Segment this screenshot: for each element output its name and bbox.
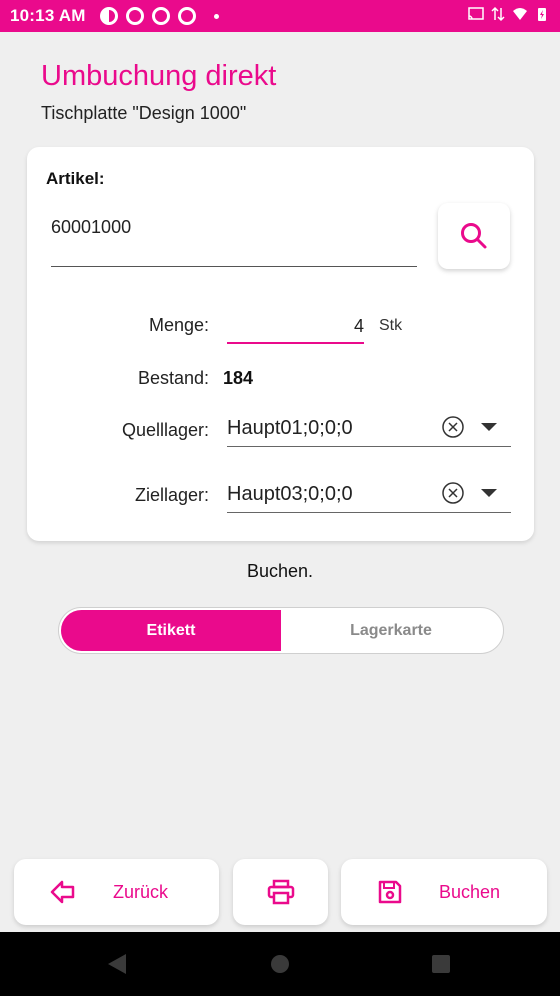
quelllager-value: Haupt01;0;0;0	[227, 417, 353, 439]
artikel-label: Artikel:	[46, 169, 105, 188]
status-message: Buchen.	[246, 561, 314, 581]
cast-icon	[468, 7, 484, 20]
ziellager-value: Haupt03;0;0;0	[227, 483, 353, 505]
back-button-label: Zurück	[113, 881, 169, 902]
back-button[interactable]: Zurück	[14, 859, 219, 925]
status-bar: 10:13 AM	[0, 0, 560, 32]
quelllager-select[interactable]: Haupt01;0;0;0	[227, 411, 511, 447]
sync-icon	[177, 7, 196, 25]
battery-charging-icon	[538, 8, 546, 21]
sync-icon	[151, 7, 170, 25]
print-button[interactable]	[233, 859, 328, 925]
artikel-input[interactable]	[51, 209, 417, 267]
caret-down-icon[interactable]	[481, 489, 497, 497]
booking-form-card: Artikel: Menge: Stk Bestand: 184 Quellla…	[27, 147, 534, 541]
ziellager-label: Ziellager:	[134, 485, 209, 505]
page-header: Umbuchung direkt Tischplatte "Design 100…	[41, 60, 276, 124]
system-icons	[468, 6, 550, 22]
notification-icons	[99, 7, 219, 25]
arrow-left-icon	[50, 880, 75, 904]
data-arrows-icon	[491, 6, 505, 22]
quelllager-label: Quelllager:	[121, 420, 209, 440]
page-title: Umbuchung direkt	[41, 60, 277, 92]
status-time: 10:13 AM	[10, 6, 86, 25]
menge-label: Menge:	[148, 315, 209, 335]
printer-icon	[267, 879, 294, 905]
bestand-label: Bestand:	[137, 368, 209, 388]
wifi-icon	[513, 8, 527, 20]
search-button[interactable]	[438, 203, 510, 269]
book-button-label: Buchen	[439, 881, 501, 902]
bestand-value: 184	[223, 368, 254, 388]
floppy-disk-icon	[378, 880, 402, 904]
caret-down-icon[interactable]	[481, 423, 497, 431]
toggle-option-etikett[interactable]: Etikett	[61, 610, 281, 651]
system-navigation-bar	[0, 932, 560, 996]
menge-input[interactable]	[227, 311, 364, 344]
sync-icon	[125, 7, 144, 25]
more-notifications-dot-icon	[213, 13, 219, 19]
search-icon	[461, 223, 487, 249]
print-mode-toggle: Etikett Lagerkarte	[58, 607, 504, 654]
clear-circle-icon[interactable]	[441, 415, 465, 439]
book-button[interactable]: Buchen	[341, 859, 547, 925]
menge-unit: Stk	[379, 317, 403, 334]
toggle-option-lagerkarte[interactable]: Lagerkarte	[281, 610, 501, 651]
ziellager-select[interactable]: Haupt03;0;0;0	[227, 477, 511, 513]
nav-recents-icon[interactable]	[431, 954, 451, 974]
clear-circle-icon[interactable]	[441, 481, 465, 505]
nav-back-icon[interactable]	[107, 953, 127, 975]
page-subtitle: Tischplatte "Design 1000"	[41, 103, 247, 123]
nav-home-icon[interactable]	[270, 954, 290, 974]
app-notification-icon	[99, 7, 118, 25]
